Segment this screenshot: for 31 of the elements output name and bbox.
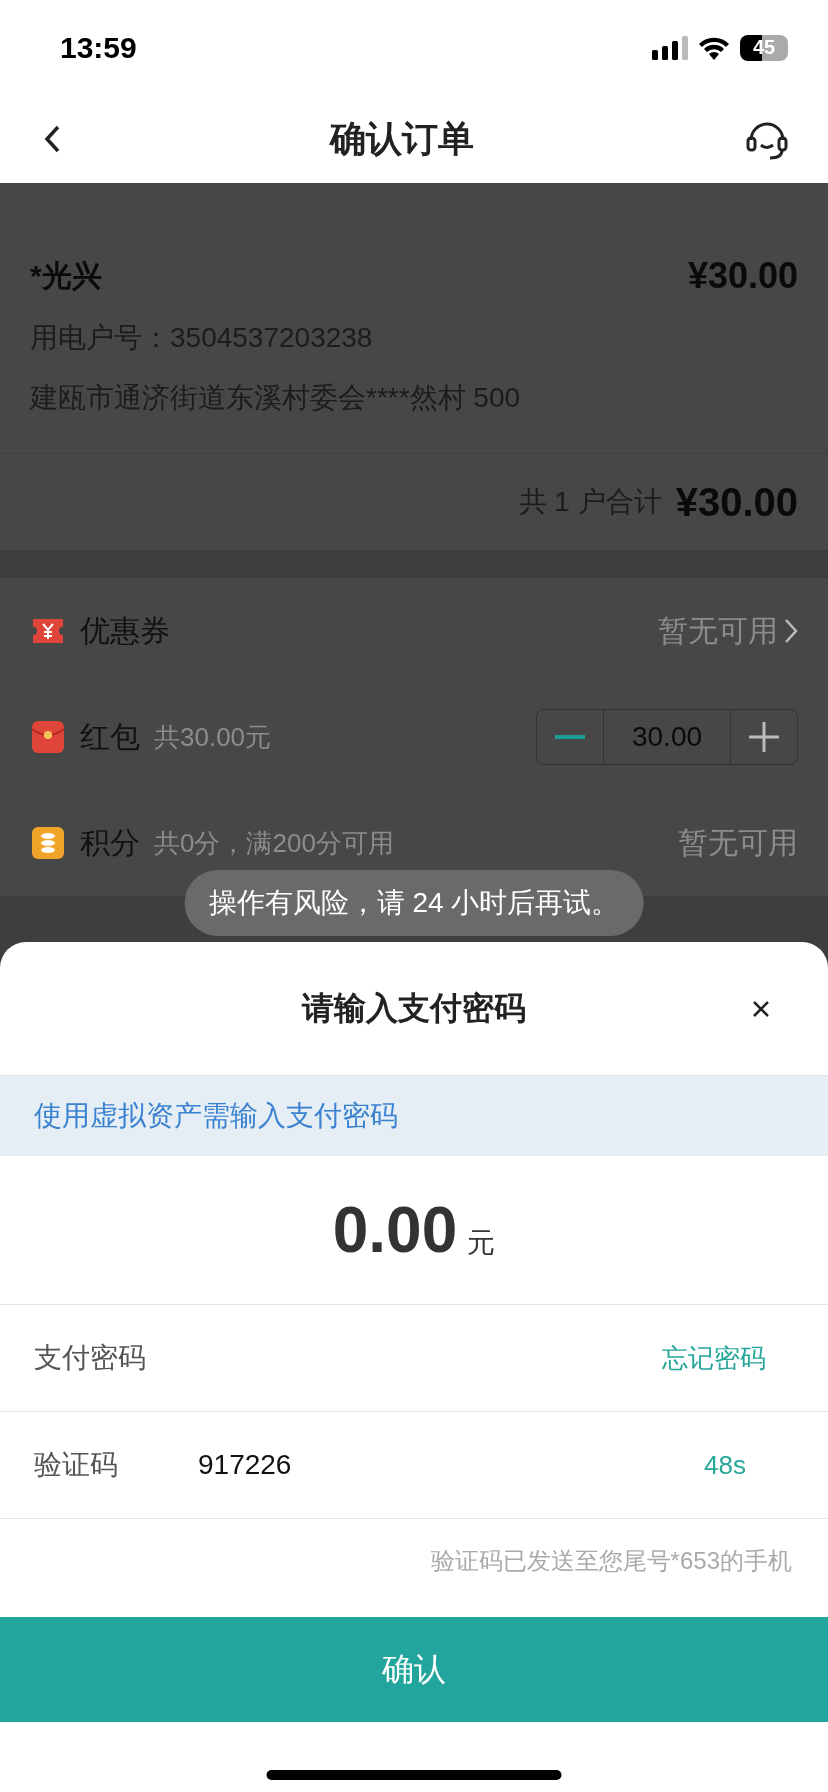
code-field[interactable]: 917226 xyxy=(198,1440,705,1490)
discount-note: 共30.00元 xyxy=(154,720,272,754)
info-banner: 使用虚拟资产需输入支付密码 xyxy=(0,1075,828,1156)
customer-name: *光兴 xyxy=(30,257,102,294)
field-label: 支付密码 xyxy=(34,1341,147,1375)
countdown-text: 48s xyxy=(704,1449,746,1481)
plus-icon xyxy=(749,722,779,752)
toast-message: 操作有风险，请 24 小时后再试。 xyxy=(184,870,644,936)
confirm-button[interactable]: 确认 xyxy=(0,1617,828,1722)
status-time: 13:59 xyxy=(60,30,137,65)
page-title: 确认订单 xyxy=(330,116,474,161)
hint-text: 验证码已发送至您尾号*653的手机 xyxy=(430,1546,792,1576)
back-icon[interactable] xyxy=(44,125,60,153)
order-price: ¥30.00 xyxy=(687,255,798,297)
minus-icon xyxy=(555,735,585,739)
coins-icon xyxy=(30,825,66,861)
stepper-value: 30.00 xyxy=(603,710,731,764)
discount-value: 暂无可用 xyxy=(658,612,778,649)
signal-icon xyxy=(652,35,688,60)
field-label: 验证码 xyxy=(34,1448,119,1482)
envelope-icon xyxy=(30,719,66,755)
wifi-icon xyxy=(698,35,730,60)
discount-value: 暂无可用 xyxy=(678,824,798,861)
total-amount: ¥30.00 xyxy=(675,479,798,525)
close-icon[interactable] xyxy=(752,999,770,1018)
sheet-title: 请输入支付密码 xyxy=(302,988,526,1028)
discount-note: 共0分，满200分可用 xyxy=(154,826,394,860)
currency-unit: 元 xyxy=(467,1226,496,1260)
pay-amount: 0.00 xyxy=(332,1193,458,1267)
forgot-password-link[interactable]: 忘记密码 xyxy=(662,1340,766,1376)
chevron-right-icon[interactable] xyxy=(784,618,798,644)
